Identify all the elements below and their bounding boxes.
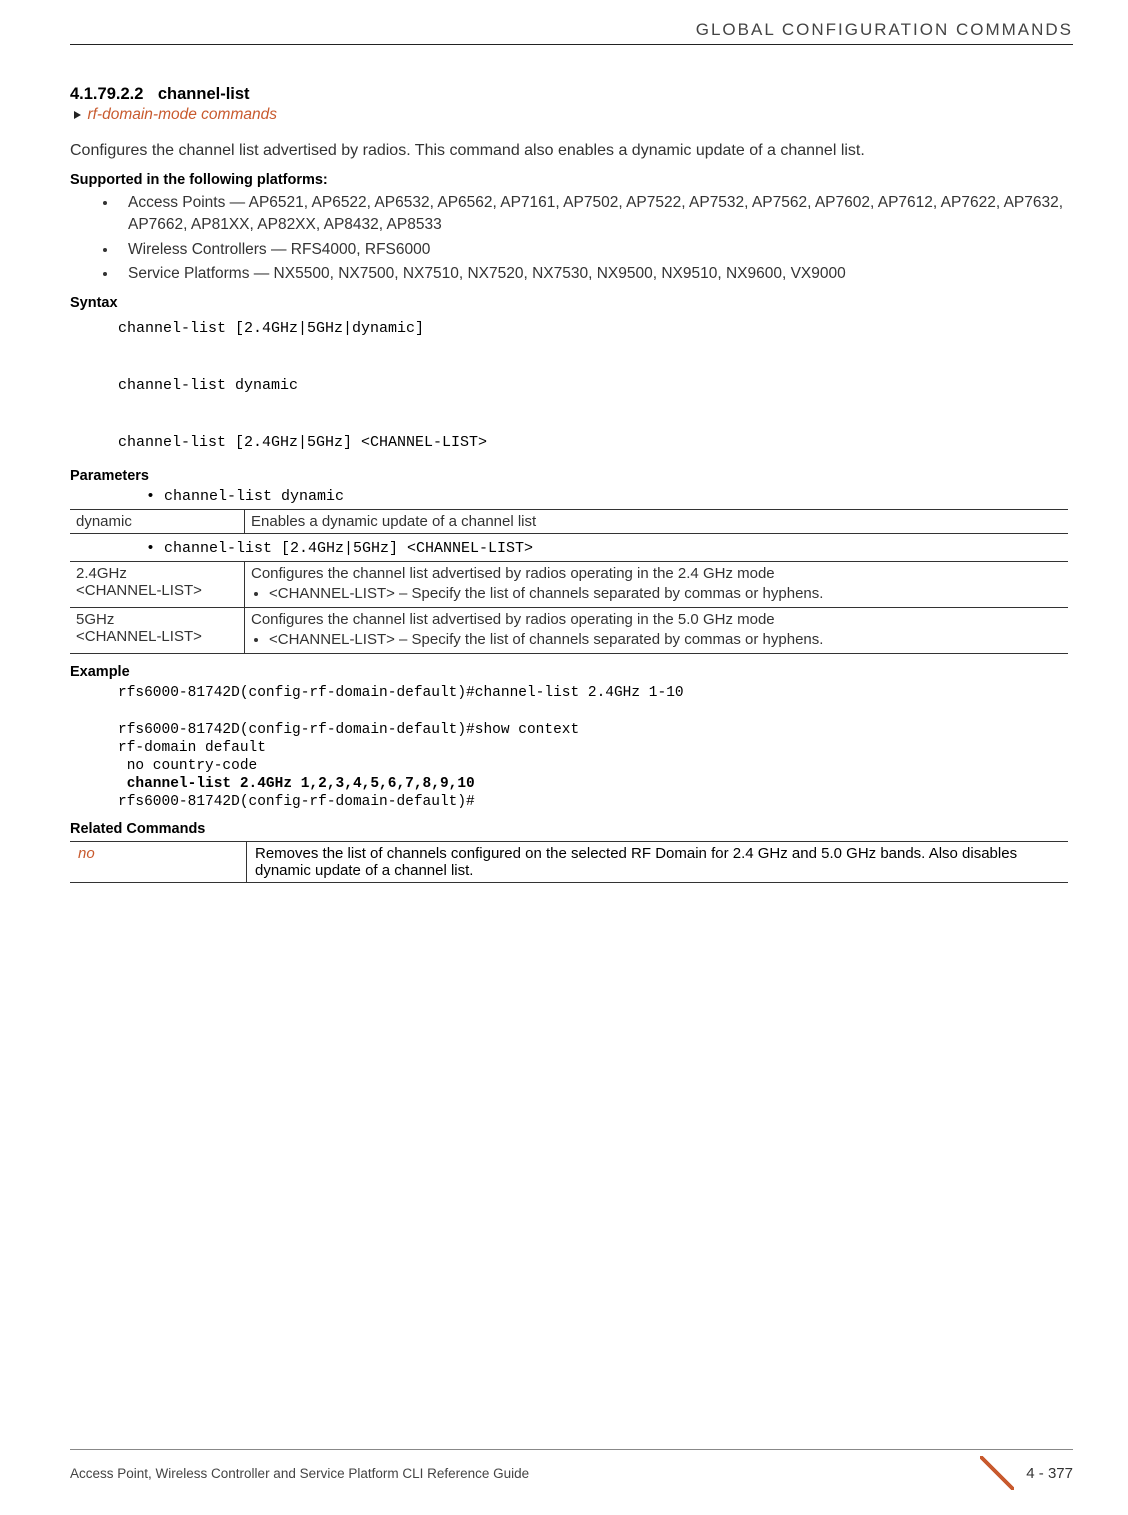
example-line: no country-code xyxy=(118,758,257,774)
section-heading-row: 4.1.79.2.2 channel-list xyxy=(70,85,1073,104)
example-line: rfs6000-81742D(config-rf-domain-default)… xyxy=(118,794,475,810)
list-item: Service Platforms — NX5500, NX7500, NX75… xyxy=(118,263,1073,285)
example-line-bold: channel-list 2.4GHz 1,2,3,4,5,6,7,8,9,10 xyxy=(118,776,475,792)
list-item: Access Points — AP6521, AP6522, AP6532, … xyxy=(118,192,1073,237)
section-number: 4.1.79.2.2 xyxy=(70,85,143,103)
param-intro-1: • channel-list dynamic xyxy=(146,488,1073,505)
page-slash-icon xyxy=(980,1456,1014,1490)
related-desc-cell: Removes the list of channels configured … xyxy=(247,842,1069,883)
parameters-heading: Parameters xyxy=(70,468,1073,484)
param-desc-line: Configures the channel list advertised b… xyxy=(251,611,775,628)
breadcrumb-arrow-icon xyxy=(74,111,81,119)
breadcrumb: rf-domain-mode commands xyxy=(70,106,1073,124)
breadcrumb-link[interactable]: rf-domain-mode commands xyxy=(87,106,277,123)
param-sub-list: <CHANNEL-LIST> – Specify the list of cha… xyxy=(251,584,1060,604)
param-name-cell: dynamic xyxy=(70,509,245,533)
param-name-line: <CHANNEL-LIST> xyxy=(76,628,202,645)
example-line: rfs6000-81742D(config-rf-domain-default)… xyxy=(118,685,684,701)
syntax-line: channel-list [2.4GHz|5GHz] <CHANNEL-LIST… xyxy=(118,434,487,451)
footer-left-text: Access Point, Wireless Controller and Se… xyxy=(70,1466,529,1481)
param-name-cell: 2.4GHz <CHANNEL-LIST> xyxy=(70,561,245,607)
param-sub-list: <CHANNEL-LIST> – Specify the list of cha… xyxy=(251,630,1060,650)
supported-heading: Supported in the following platforms: xyxy=(70,172,1073,188)
related-heading: Related Commands xyxy=(70,821,1073,837)
param-desc-cell: Enables a dynamic update of a channel li… xyxy=(245,509,1069,533)
header-rule xyxy=(70,44,1073,45)
table-row: dynamic Enables a dynamic update of a ch… xyxy=(70,509,1068,533)
param-name-line: <CHANNEL-LIST> xyxy=(76,582,202,599)
related-table: no Removes the list of channels configur… xyxy=(70,841,1068,883)
syntax-block: channel-list [2.4GHz|5GHz|dynamic] chann… xyxy=(118,315,1073,458)
list-item: Wireless Controllers — RFS4000, RFS6000 xyxy=(118,239,1073,261)
param-desc-cell: Configures the channel list advertised b… xyxy=(245,608,1069,654)
section-title: channel-list xyxy=(158,85,250,103)
example-line: rfs6000-81742D(config-rf-domain-default)… xyxy=(118,722,579,738)
syntax-line: channel-list dynamic xyxy=(118,377,298,394)
related-cmd-cell: no xyxy=(70,842,247,883)
page-footer: Access Point, Wireless Controller and Se… xyxy=(0,1449,1128,1490)
param-intro-2: • channel-list [2.4GHz|5GHz] <CHANNEL-LI… xyxy=(146,540,1073,557)
param-desc-line: Configures the channel list advertised b… xyxy=(251,565,775,582)
page-header-category: GLOBAL CONFIGURATION COMMANDS xyxy=(70,20,1073,40)
intro-paragraph: Configures the channel list advertised b… xyxy=(70,140,1073,162)
table-row: 2.4GHz <CHANNEL-LIST> Configures the cha… xyxy=(70,561,1068,607)
param-sub-item: <CHANNEL-LIST> – Specify the list of cha… xyxy=(269,584,1060,604)
page-number: 4 - 377 xyxy=(1026,1465,1073,1482)
param-name-cell: 5GHz <CHANNEL-LIST> xyxy=(70,608,245,654)
example-line: rf-domain default xyxy=(118,740,266,756)
param-table-2: 2.4GHz <CHANNEL-LIST> Configures the cha… xyxy=(70,561,1068,655)
no-command-link[interactable]: no xyxy=(78,845,95,862)
param-name-line: 5GHz xyxy=(76,611,114,628)
example-block: rfs6000-81742D(config-rf-domain-default)… xyxy=(118,684,1073,811)
syntax-heading: Syntax xyxy=(70,295,1073,311)
example-heading: Example xyxy=(70,664,1073,680)
supported-list: Access Points — AP6521, AP6522, AP6532, … xyxy=(70,192,1073,286)
param-name-line: 2.4GHz xyxy=(76,565,127,582)
param-sub-item: <CHANNEL-LIST> – Specify the list of cha… xyxy=(269,630,1060,650)
param-desc-cell: Configures the channel list advertised b… xyxy=(245,561,1069,607)
param-table-1: dynamic Enables a dynamic update of a ch… xyxy=(70,509,1068,534)
table-row: no Removes the list of channels configur… xyxy=(70,842,1068,883)
syntax-line: channel-list [2.4GHz|5GHz|dynamic] xyxy=(118,320,424,337)
table-row: 5GHz <CHANNEL-LIST> Configures the chann… xyxy=(70,608,1068,654)
footer-rule xyxy=(70,1449,1073,1450)
